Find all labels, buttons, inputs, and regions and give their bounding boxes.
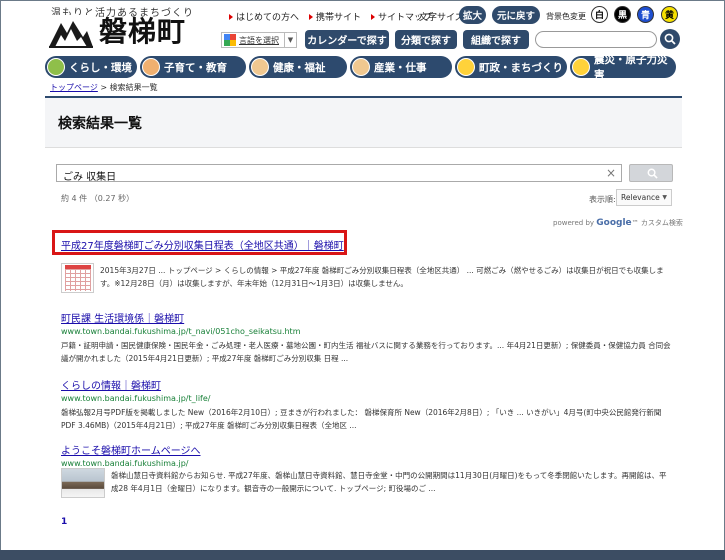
calendar-thumbnail-icon[interactable] [61, 263, 94, 293]
site-logo[interactable]: 磐梯町 [47, 15, 197, 51]
site-search-button[interactable] [660, 29, 680, 49]
photo-thumbnail-icon[interactable] [61, 468, 105, 498]
bg-black-button[interactable]: 黒 [614, 6, 631, 23]
translate-select[interactable]: 言語を選択 ▼ [221, 32, 297, 48]
category-town-admin[interactable]: 町政・まちづくり [455, 56, 567, 78]
category-industry[interactable]: 産業・仕事 [350, 56, 452, 78]
category-nav: くらし・環境 子育て・教育 健康・福祉 産業・仕事 町政・まちづくり 震災・原子… [45, 54, 682, 81]
top-link-mobile[interactable]: 携帯サイト [309, 10, 361, 23]
sort-value: Relevance [621, 193, 660, 202]
footer-strip [0, 550, 725, 560]
search-result-2: 町民課 生活環境係｜磐梯町 www.town.bandai.fukushima.… [61, 310, 671, 365]
pagination-page-1[interactable]: 1 [61, 517, 67, 527]
organization-search-button[interactable]: 組織で探す [463, 30, 529, 49]
powered-by: powered by Google™ カスタム検索 [553, 218, 683, 228]
result-snippet-1: 2015年3月27日 ... トップページ > くらしの情報 > 平成27年度 … [100, 266, 664, 288]
bg-yellow-button[interactable]: 黄 [661, 6, 678, 23]
living-icon [47, 58, 65, 76]
breadcrumb-home[interactable]: トップページ [50, 83, 98, 92]
search-icon [664, 33, 676, 45]
sort-select[interactable]: Relevance ▼ [616, 189, 672, 206]
page-title: 検索結果一覧 [58, 116, 142, 132]
search-query: ごみ 収集日 [63, 172, 117, 183]
result-snippet-2: 戸籍・証明申請・国民健康保険・国民年金・ごみ処理・老人医療・墓地公園・町内生活 … [61, 341, 671, 363]
result-title-2[interactable]: 町民課 生活環境係｜磐梯町 [61, 310, 671, 325]
translate-label: 言語を選択 [239, 35, 279, 45]
search-icon [647, 168, 658, 179]
result-snippet-3: 磐梯弘報2月号PDF版を掲載しました New（2016年2月10日）; 豆まきが… [61, 408, 662, 430]
category-health[interactable]: 健康・福祉 [249, 56, 347, 78]
page-title-box: 検索結果一覧 [45, 96, 682, 148]
font-reset-button[interactable]: 元に戻す [492, 6, 540, 24]
font-enlarge-button[interactable]: 拡大 [459, 6, 486, 24]
search-result-1: 平成27年度磐梯町ごみ分別収集日程表（全地区共通）｜磐梯町 [61, 237, 671, 252]
breadcrumb-current: 検索結果一覧 [109, 83, 158, 92]
search-result-3: くらしの情報｜磐梯町 www.town.bandai.fukushima.jp/… [61, 377, 671, 432]
top-link-first-time[interactable]: はじめての方へ [229, 10, 299, 23]
result-url-2: www.town.bandai.fukushima.jp/t_navi/051c… [61, 327, 301, 336]
top-links: はじめての方へ 携帯サイト サイトマップ [229, 10, 432, 23]
google-translate-icon [224, 34, 236, 46]
dropdown-arrow-icon: ▼ [284, 33, 296, 47]
triangle-bullet-icon [309, 13, 314, 20]
google-brand: Google [596, 218, 632, 228]
search-result-4: ようこそ磐梯町ホームページへ www.town.bandai.fukushima… [61, 442, 671, 468]
font-size-label: 文字サイズ [419, 13, 464, 23]
breadcrumb: トップページ > 検索結果一覧 [50, 83, 158, 92]
town-admin-icon [457, 58, 475, 76]
triangle-bullet-icon [371, 13, 376, 20]
calendar-search-button[interactable]: カレンダーで探す [305, 30, 389, 49]
bg-white-button[interactable]: 白 [591, 6, 608, 23]
result-title-4[interactable]: ようこそ磐梯町ホームページへ [61, 442, 671, 457]
bg-color-label: 背景色変更 [546, 12, 586, 21]
category-living[interactable]: くらし・環境 [45, 56, 137, 78]
category-disaster[interactable]: 震災・原子力災害 [570, 54, 676, 81]
disaster-icon [572, 58, 590, 76]
result-snippet-4: 磐梯山慧日寺資料館からお知らせ. 平成27年度、磐梯山慧日寺資料館、慧日寺金堂・… [111, 471, 667, 493]
industry-icon [352, 58, 370, 76]
result-title-1[interactable]: 平成27年度磐梯町ごみ分別収集日程表（全地区共通）｜磐梯町 [61, 237, 671, 252]
chevron-down-icon: ▼ [662, 194, 667, 201]
page: 温もりと活力あるまちづくり 磐梯町 はじめての方へ 携帯サイト サイトマップ 文… [0, 0, 725, 560]
search-input[interactable]: ごみ 収集日 × [56, 164, 622, 183]
clear-icon[interactable]: × [606, 166, 616, 180]
category-search-button[interactable]: 分類で探す [395, 30, 457, 49]
site-name: 磐梯町 [99, 15, 187, 48]
triangle-bullet-icon [229, 13, 233, 20]
bg-blue-button[interactable]: 青 [637, 6, 654, 23]
result-stats: 約 4 件 （0.27 秒） [61, 194, 135, 203]
search-button[interactable] [629, 164, 673, 182]
category-childcare[interactable]: 子育て・教育 [140, 56, 246, 78]
site-search-input[interactable] [535, 31, 657, 48]
sort-label: 表示順: [589, 195, 616, 204]
site-header: 温もりと活力あるまちづくり 磐梯町 はじめての方へ 携帯サイト サイトマップ 文… [1, 1, 725, 56]
health-icon [251, 58, 269, 76]
result-url-4: www.town.bandai.fukushima.jp/ [61, 459, 189, 468]
mountain-logo-icon [47, 15, 95, 49]
result-title-3[interactable]: くらしの情報｜磐梯町 [61, 377, 671, 392]
childcare-icon [142, 58, 160, 76]
result-url-3: www.town.bandai.fukushima.jp/t_life/ [61, 394, 211, 403]
